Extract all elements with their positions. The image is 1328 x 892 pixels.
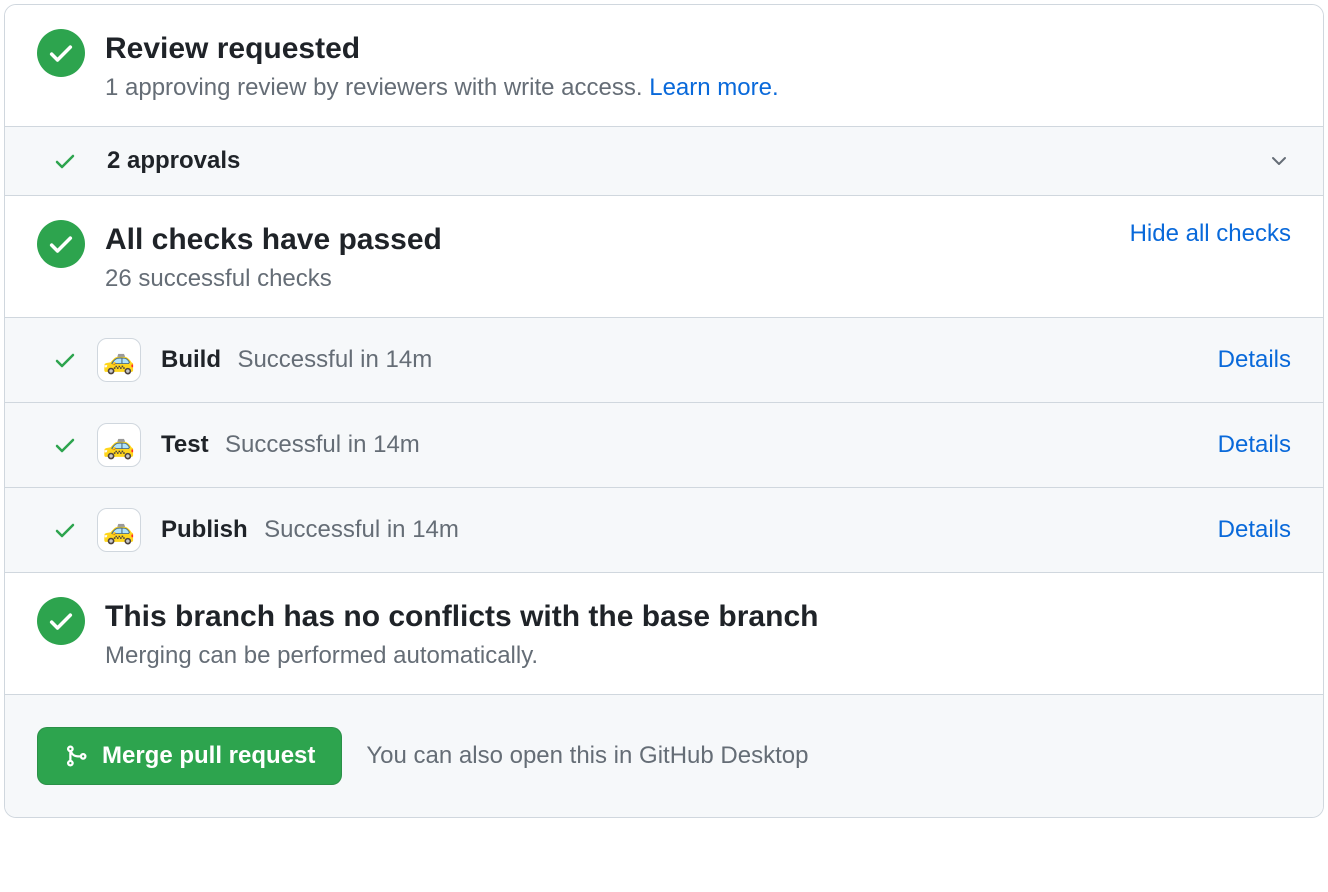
review-title: Review requested [105,29,1291,68]
check-row-publish: 🚕 Publish Successful in 14m Details [5,488,1323,573]
merge-section: Merge pull request You can also open thi… [5,695,1323,817]
ci-provider-icon: 🚕 [97,508,141,552]
learn-more-link[interactable]: Learn more. [649,74,778,101]
git-merge-icon [64,744,88,768]
ci-provider-icon: 🚕 [97,338,141,382]
check-status: Successful in 14m [237,346,432,373]
checks-section: All checks have passed 26 successful che… [5,196,1323,318]
checkmark-icon [53,518,77,542]
review-section: Review requested 1 approving review by r… [5,5,1323,127]
checkmark-icon [53,433,77,457]
merge-hint: You can also open this in GitHub Desktop [366,742,808,770]
check-circle-icon [37,220,85,268]
merge-panel: Review requested 1 approving review by r… [4,4,1324,818]
conflicts-content: This branch has no conflicts with the ba… [105,597,1291,670]
checks-title: All checks have passed [105,220,1110,259]
conflicts-subtitle: Merging can be performed automatically. [105,642,1291,670]
ci-provider-icon: 🚕 [97,423,141,467]
check-row-build: 🚕 Build Successful in 14m Details [5,318,1323,403]
checkmark-icon [53,348,77,372]
hide-checks-link[interactable]: Hide all checks [1130,220,1291,248]
details-link[interactable]: Details [1218,516,1291,544]
details-link[interactable]: Details [1218,431,1291,459]
check-status: Successful in 14m [264,516,459,543]
review-content: Review requested 1 approving review by r… [105,29,1291,102]
checks-subtitle: 26 successful checks [105,265,1110,293]
approvals-label: 2 approvals [107,147,1237,175]
check-status: Successful in 14m [225,431,420,458]
conflicts-title: This branch has no conflicts with the ba… [105,597,1291,636]
check-name: Publish [161,516,248,543]
check-name: Build [161,346,221,373]
merge-button[interactable]: Merge pull request [37,727,342,785]
checkmark-icon [53,149,77,173]
check-circle-icon [37,29,85,77]
conflicts-section: This branch has no conflicts with the ba… [5,573,1323,695]
check-row-test: 🚕 Test Successful in 14m Details [5,403,1323,488]
review-subtitle: 1 approving review by reviewers with wri… [105,74,1291,102]
chevron-down-icon [1267,149,1291,173]
details-link[interactable]: Details [1218,346,1291,374]
checks-content: All checks have passed 26 successful che… [105,220,1110,293]
check-name: Test [161,431,209,458]
approvals-row[interactable]: 2 approvals [5,127,1323,196]
check-text: Test Successful in 14m [161,431,1198,459]
review-subtitle-text: 1 approving review by reviewers with wri… [105,74,649,101]
merge-button-label: Merge pull request [102,742,315,770]
check-text: Publish Successful in 14m [161,516,1198,544]
check-circle-icon [37,597,85,645]
check-text: Build Successful in 14m [161,346,1198,374]
